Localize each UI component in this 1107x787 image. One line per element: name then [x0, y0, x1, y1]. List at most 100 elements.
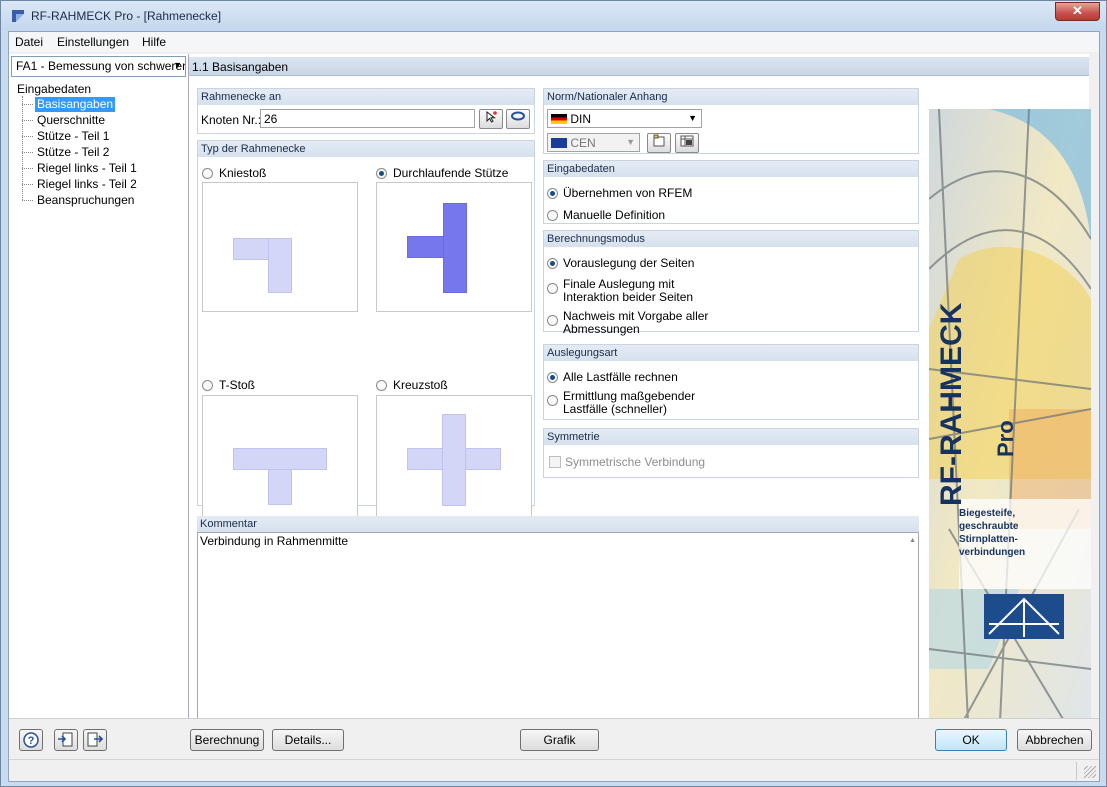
title-bar[interactable]: RF-RAHMECK Pro - [Rahmenecke] ✕ — [1, 1, 1106, 31]
grafik-button[interactable]: Grafik — [520, 729, 599, 751]
radio-t-stoss[interactable] — [202, 380, 213, 391]
button-bar: ? Berechnung Details... Grafik OK Abbrec… — [9, 718, 1099, 758]
label-vorauslegung: Vorauslegung der Seiten — [563, 256, 695, 270]
status-bar — [9, 759, 1099, 781]
help-button[interactable]: ? — [19, 729, 43, 751]
tree-item-stuetze-1[interactable]: Stütze - Teil 1 — [35, 129, 111, 144]
tree-connector — [22, 168, 33, 169]
select-node-button[interactable] — [506, 109, 530, 129]
abbrechen-button[interactable]: Abbrechen — [1017, 729, 1092, 751]
group-title: Rahmenecke an — [198, 89, 534, 105]
preview-durchlaufende-stuetze[interactable] — [376, 182, 532, 312]
label-uebernehmen-rfem: Übernehmen von RFEM — [563, 186, 693, 200]
product-banner: RF-RAHMECK Pro Biegesteife, geschraubte … — [929, 109, 1091, 743]
radio-finale-auslegung[interactable] — [547, 283, 558, 294]
tree-connector — [22, 120, 33, 121]
shape-block — [407, 236, 444, 258]
ok-button[interactable]: OK — [935, 729, 1007, 751]
close-button[interactable]: ✕ — [1055, 2, 1100, 21]
kommentar-text: Verbindung in Rahmenmitte — [200, 534, 349, 548]
menu-einstellungen[interactable]: Einstellungen — [57, 35, 129, 49]
design-case-value: FA1 - Bemessung von schwerer — [16, 59, 186, 73]
radio-uebernehmen-rfem[interactable] — [547, 188, 558, 199]
kommentar-textarea[interactable]: Verbindung in Rahmenmitte ▲ ▼ — [197, 532, 919, 736]
radio-kreuzstoss[interactable] — [376, 380, 387, 391]
label-alle-lastfaelle: Alle Lastfälle rechnen — [563, 370, 678, 384]
import-button[interactable] — [54, 729, 78, 751]
tree-item-riegel-2[interactable]: Riegel links - Teil 2 — [35, 177, 139, 192]
group-symmetrie: Symmetrie Symmetrische Verbindung — [543, 428, 919, 478]
banner-description: Biegesteife, geschraubte Stirnplatten- v… — [959, 507, 1025, 559]
annex-value: CEN — [570, 136, 596, 150]
radio-kniestoss[interactable] — [202, 168, 213, 179]
tree-connector — [22, 136, 33, 137]
menu-hilfe[interactable]: Hilfe — [142, 35, 166, 49]
knoten-input[interactable]: 26 — [260, 109, 475, 128]
tree-root-eingabedaten[interactable]: Eingabedaten — [17, 82, 91, 96]
tree-item-basisangaben[interactable]: Basisangaben — [35, 97, 116, 112]
banner-edition: Pro — [993, 420, 1018, 458]
label-kreuzstoss: Kreuzstoß — [393, 378, 448, 392]
shape-block — [268, 469, 292, 505]
label-nachweis-2: Abmessungen — [563, 322, 640, 336]
radio-manuelle-definition[interactable] — [547, 210, 558, 221]
new-annex-button[interactable] — [647, 133, 671, 153]
label-finale-auslegung-1: Finale Auslegung mit — [563, 277, 675, 291]
radio-alle-lastfaelle[interactable] — [547, 372, 558, 383]
chevron-down-icon: ▼ — [688, 113, 697, 123]
group-berechnungsmodus: Berechnungsmodus Vorauslegung der Seiten… — [543, 230, 919, 336]
knoten-value: 26 — [264, 112, 278, 126]
banner-desc-line: verbindungen — [959, 547, 1026, 558]
symmetrie-checkbox[interactable] — [549, 456, 561, 468]
scroll-up-icon[interactable]: ▲ — [909, 537, 916, 544]
norm-select[interactable]: DIN ▼ — [547, 109, 702, 128]
group-title: Norm/Nationaler Anhang — [544, 89, 918, 105]
radio-massgebende-lastfaelle[interactable] — [547, 395, 558, 406]
application-window: RF-RAHMECK Pro - [Rahmenecke] ✕ Datei Ei… — [0, 0, 1107, 787]
menu-datei[interactable]: Datei — [15, 35, 43, 49]
eu-flag-icon — [551, 138, 567, 148]
group-title: Berechnungsmodus — [544, 231, 918, 247]
export-icon — [87, 732, 104, 747]
label-finale-auslegung-2: Interaktion beider Seiten — [563, 290, 694, 304]
pick-node-button[interactable] — [479, 109, 503, 129]
tree-item-riegel-1[interactable]: Riegel links - Teil 1 — [35, 161, 139, 176]
berechnung-button[interactable]: Berechnung — [190, 729, 264, 751]
tree-item-beanspruchungen[interactable]: Beanspruchungen — [35, 193, 136, 208]
banner-desc-line: geschraubte — [959, 521, 1019, 532]
resize-grip-icon[interactable] — [1084, 766, 1096, 778]
client-area: Datei Einstellungen Hilfe FA1 - Bemessun… — [8, 31, 1100, 782]
label-t-stoss: T-Stoß — [219, 378, 256, 392]
navigator-panel: FA1 - Bemessung von schwerer ▼ Eingabeda… — [9, 54, 189, 718]
radio-durchlaufende-stuetze[interactable] — [376, 168, 387, 179]
annex-select[interactable]: CEN ▼ — [547, 133, 640, 152]
shape-block — [233, 448, 327, 470]
group-title: Auslegungsart — [544, 345, 918, 361]
menu-bar: Datei Einstellungen Hilfe — [9, 32, 1099, 52]
group-kommentar: Kommentar Verbindung in Rahmenmitte ▲ ▼ — [197, 516, 919, 740]
link-icon — [511, 111, 525, 121]
cursor-pick-icon — [486, 110, 497, 123]
preview-kreuzstoss[interactable] — [376, 395, 532, 525]
new-document-icon — [653, 134, 665, 147]
tree-item-querschnitte[interactable]: Querschnitte — [35, 113, 107, 128]
edit-annex-button[interactable] — [675, 133, 699, 153]
details-button[interactable]: Details... — [272, 729, 344, 751]
design-case-select[interactable]: FA1 - Bemessung von schwerer ▼ — [11, 56, 186, 77]
shape-block — [233, 238, 269, 260]
radio-vorauslegung[interactable] — [547, 258, 558, 269]
tree-connector — [22, 104, 33, 105]
group-norm: Norm/Nationaler Anhang DIN ▼ CEN ▼ — [543, 88, 919, 154]
radio-nachweis[interactable] — [547, 315, 558, 326]
tree-item-stuetze-2[interactable]: Stütze - Teil 2 — [35, 145, 111, 160]
svg-text:?: ? — [28, 735, 35, 747]
preview-t-stoss[interactable] — [202, 395, 358, 525]
export-button[interactable] — [83, 729, 107, 751]
label-massgebende-1: Ermittlung maßgebender — [563, 389, 696, 403]
group-rahmenecke-an: Rahmenecke an Knoten Nr.: 26 — [197, 88, 535, 134]
german-flag-icon — [551, 114, 567, 124]
norm-value: DIN — [570, 112, 592, 126]
tree-connector — [22, 184, 33, 185]
banner-desc-line: Biegesteife, — [959, 508, 1016, 519]
preview-kniestoss[interactable] — [202, 182, 358, 312]
